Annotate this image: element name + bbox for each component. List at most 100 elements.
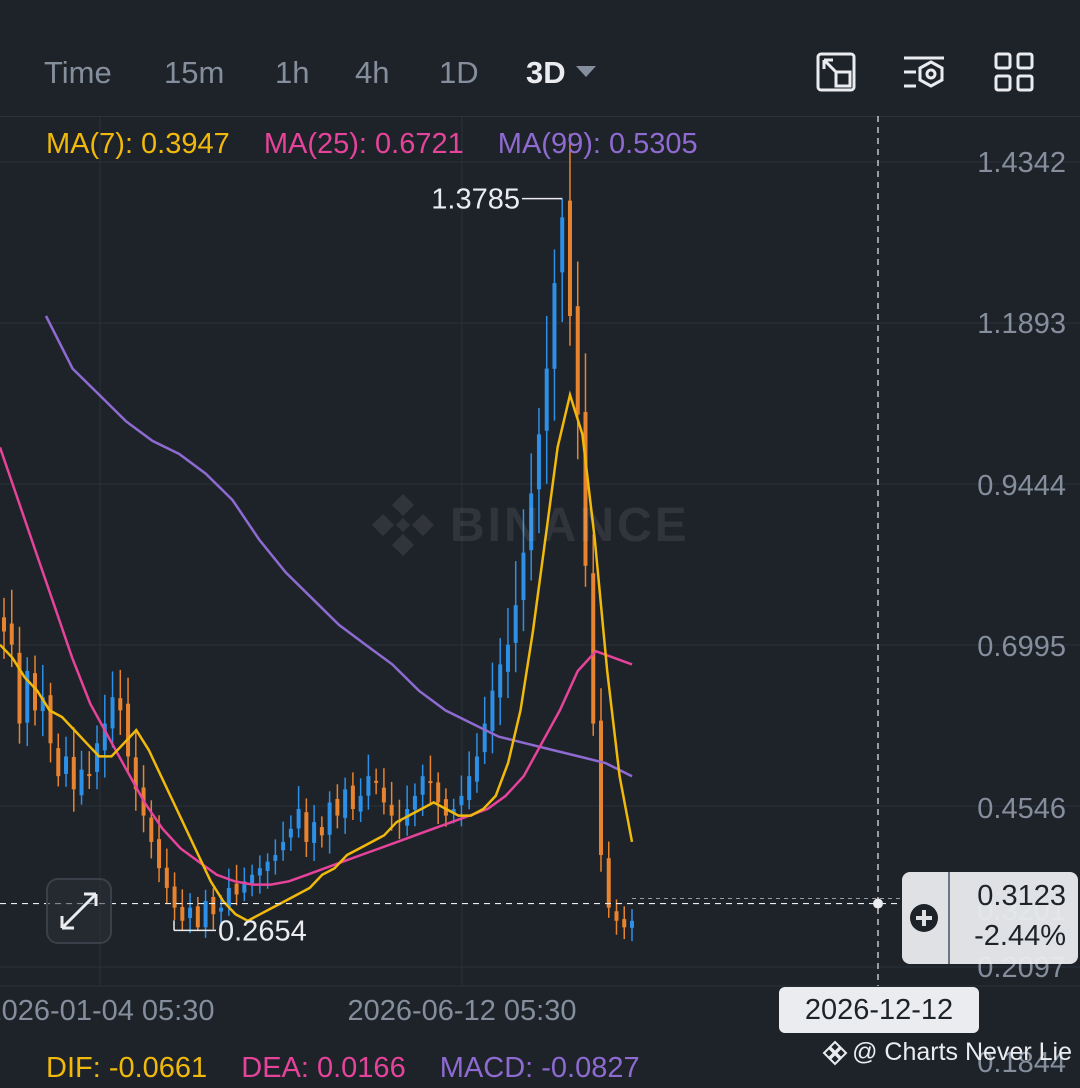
price-tick-label: 0.4546 (977, 793, 1066, 825)
chevron-down-icon (575, 66, 596, 78)
dea-label: DEA: 0.0166 (241, 1052, 406, 1084)
candle-body (591, 573, 596, 724)
binance-small-logo-icon (822, 1040, 848, 1066)
candle-body (459, 795, 464, 806)
candle-body (350, 785, 355, 810)
candle-body (281, 841, 286, 851)
candle-body (343, 789, 348, 818)
price-tick-label: 1.1893 (977, 308, 1066, 340)
candle-body (575, 306, 580, 415)
candle-body (513, 605, 518, 643)
candle-body (490, 690, 495, 731)
candle-body (381, 787, 386, 803)
dif-label: DIF: -0.0661 (46, 1052, 208, 1084)
candle-body (412, 795, 417, 810)
timeframe-1d[interactable]: 1D (439, 50, 479, 96)
low-label: 0.2654 (218, 915, 307, 947)
time-tick-label: 2026-01-04 05:30 (0, 995, 214, 1027)
indicator-settings-icon[interactable] (902, 50, 946, 94)
candle-body (560, 217, 565, 273)
candle-body (48, 695, 53, 744)
timeframe-1h[interactable]: 1h (275, 50, 309, 96)
timeframe-label: Time (44, 55, 112, 90)
candle-body (118, 698, 123, 711)
candle-body (467, 776, 472, 800)
candle-body (79, 769, 84, 796)
candle-body (389, 804, 394, 816)
candle-body (544, 368, 549, 431)
candle-body (2, 617, 6, 632)
candle-body (149, 817, 154, 842)
candle-body (296, 809, 301, 829)
add-alert-button[interactable] (902, 872, 950, 964)
crosshair-dot (873, 898, 883, 909)
timeframe-15m[interactable]: 15m (164, 50, 224, 96)
credit-label: @ Charts Never Lie (852, 1038, 1072, 1066)
fullscreen-icon[interactable] (814, 50, 858, 94)
candle-body (87, 773, 92, 777)
candle-body (219, 907, 224, 912)
candle-body (203, 901, 208, 928)
candle-body (9, 623, 14, 645)
layout-grid-icon[interactable] (992, 50, 1036, 94)
candle-body (598, 720, 603, 856)
candle-body (335, 799, 340, 816)
candle-body (505, 644, 510, 672)
candle-body (273, 855, 278, 861)
macd-label: MACD: -0.0827 (439, 1052, 640, 1084)
credit-text: @ Charts Never Lie (822, 1038, 1072, 1067)
timeframe-time[interactable]: Time (44, 50, 112, 96)
plus-circle-icon (910, 904, 938, 932)
candle-body (567, 200, 572, 316)
high-label: 1.3785 (431, 184, 520, 216)
candle-body (172, 886, 177, 908)
candle-body (95, 743, 100, 772)
candle-body (498, 664, 503, 698)
candle-body (126, 703, 131, 757)
crosshair-date: 2026-12-12 (779, 987, 979, 1033)
candle-body (552, 283, 557, 369)
candle-body (327, 802, 332, 835)
candle-body (606, 858, 611, 908)
candle-body (622, 919, 627, 928)
current-price: 0.3123 (977, 880, 1066, 912)
candle-body (529, 493, 534, 551)
price-tick-label: 0.6995 (977, 631, 1066, 663)
price-tick-label: 1.4342 (977, 147, 1066, 179)
candle-body (428, 781, 433, 784)
candle-body (420, 776, 425, 795)
timeframe-toolbar: Time 15m 1h 4h 1D 3D (0, 0, 1080, 117)
candle-body (188, 907, 193, 919)
timeframe-label: 3D (526, 55, 566, 90)
candle-body (180, 906, 185, 921)
candle-body (234, 883, 239, 895)
timeframe-label: 4h (355, 55, 390, 90)
candle-body (436, 782, 441, 803)
time-tick-label: 2026-06-12 05:30 (348, 995, 577, 1027)
candle-body (614, 911, 619, 921)
timeframe-label: 1D (439, 55, 479, 90)
candle-body (374, 780, 379, 783)
candle-body (536, 434, 541, 490)
ma25-line (0, 446, 633, 886)
candle-body (521, 552, 526, 601)
current-price-box[interactable]: 0.3123 -2.44% (902, 872, 1078, 964)
candle-body (366, 776, 371, 796)
candle-body (211, 896, 216, 915)
candle-body (110, 697, 115, 729)
ma7-label: MA(7): 0.3947 (46, 128, 230, 160)
candle-body (71, 756, 76, 790)
timeframe-label: 1h (275, 55, 310, 90)
candle-body (474, 756, 479, 782)
candle-body (358, 795, 363, 812)
timeframe-3d[interactable]: 3D (526, 50, 596, 96)
candle-body (64, 756, 69, 774)
candle-body (583, 411, 588, 566)
timeframe-4h[interactable]: 4h (355, 50, 389, 96)
expand-chart-button[interactable] (46, 878, 112, 944)
ma99-label: MA(99): 0.5305 (497, 128, 698, 160)
candle-body (304, 812, 309, 842)
candle-body (157, 839, 162, 869)
candle-body (257, 868, 262, 876)
macd-legend: DIF: -0.0661 DEA: 0.0166 MACD: -0.0827 (46, 1048, 666, 1088)
